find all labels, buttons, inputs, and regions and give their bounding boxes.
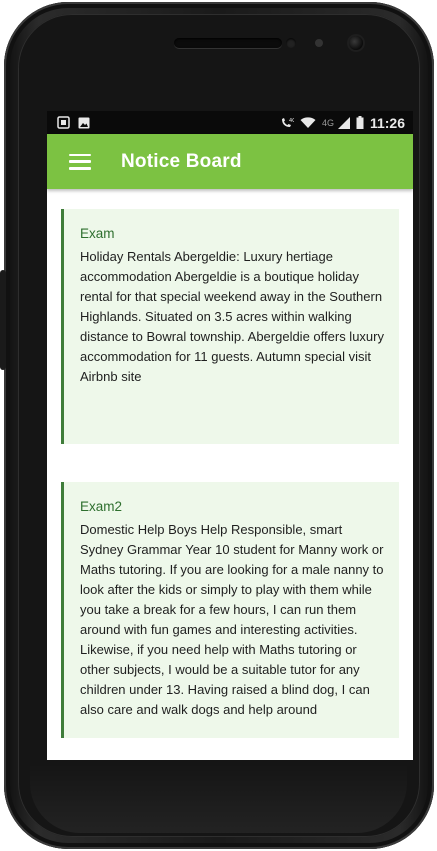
phone-screen: 4G 4G 11:26 Notice Board Exam Holiday Re… bbox=[47, 111, 413, 760]
notice-title: Exam2 bbox=[80, 499, 123, 514]
signal-icon bbox=[337, 116, 350, 129]
phone-side-button bbox=[0, 270, 6, 370]
notice-body: Holiday Rentals Abergeldie: Luxury herti… bbox=[80, 249, 384, 384]
notice-card[interactable]: Exam Holiday Rentals Abergeldie: Luxury … bbox=[61, 209, 399, 444]
wifi-icon bbox=[300, 116, 316, 129]
page-title: Notice Board bbox=[121, 150, 242, 172]
call-volte-icon: 4G bbox=[280, 117, 294, 129]
image-icon bbox=[78, 117, 90, 129]
network-type-label: 4G bbox=[321, 117, 334, 128]
clock: 11:26 bbox=[369, 114, 405, 131]
notice-title: Exam bbox=[80, 226, 115, 241]
phone-speaker bbox=[174, 38, 282, 48]
screenshot-icon bbox=[57, 116, 70, 129]
device-reflection bbox=[30, 763, 407, 833]
notice-list: Exam Holiday Rentals Abergeldie: Luxury … bbox=[47, 189, 413, 738]
light-sensor bbox=[315, 39, 323, 47]
hamburger-menu-icon[interactable] bbox=[69, 153, 91, 170]
status-bar: 4G 4G 11:26 bbox=[47, 111, 413, 134]
svg-text:4G: 4G bbox=[289, 118, 294, 124]
front-camera bbox=[349, 36, 363, 50]
notice-body: Domestic Help Boys Help Responsible, sma… bbox=[80, 522, 384, 717]
notice-card[interactable]: Exam2 Domestic Help Boys Help Responsibl… bbox=[61, 482, 399, 738]
app-bar: Notice Board bbox=[47, 134, 413, 189]
proximity-sensor bbox=[286, 38, 296, 48]
battery-icon bbox=[356, 116, 364, 129]
